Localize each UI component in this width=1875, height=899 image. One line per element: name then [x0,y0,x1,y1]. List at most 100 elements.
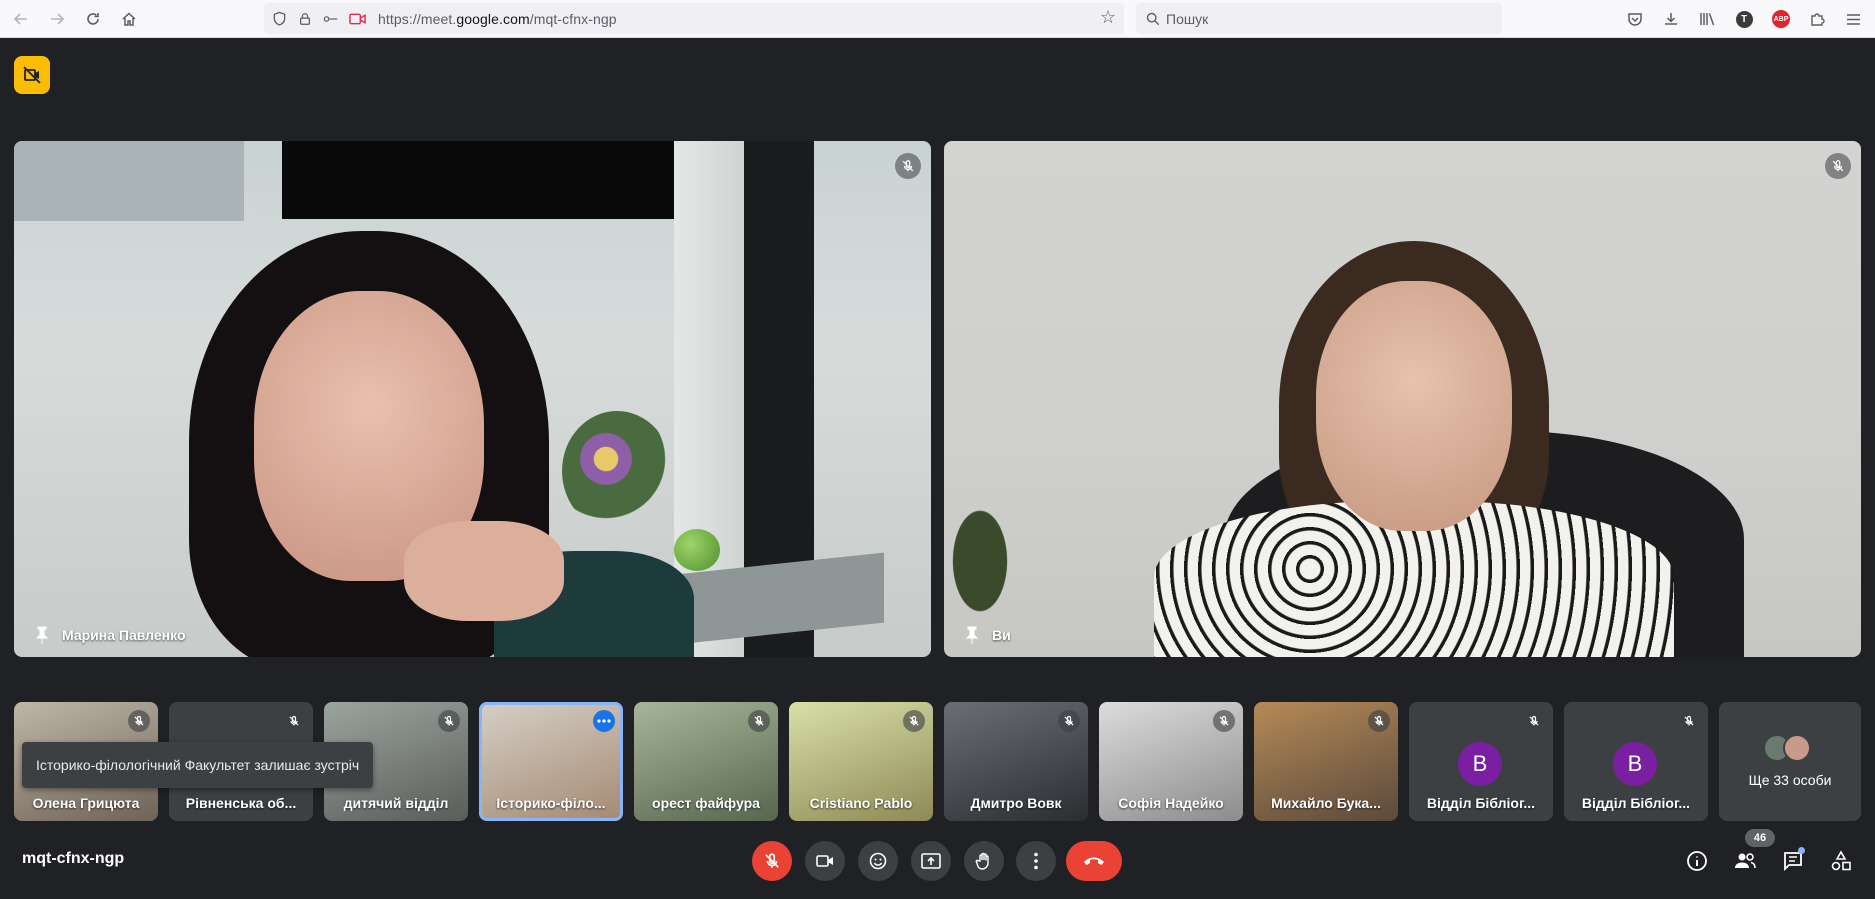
mic-off-icon [895,153,921,179]
participant-thumbnail[interactable]: В Відділ Бібліог... [1409,702,1553,821]
avatar: В [1458,742,1502,786]
adblock-icon: ABP [1772,10,1790,28]
bookmark-star-icon[interactable]: ☆ [1100,7,1116,28]
participant-thumbnail[interactable]: орест файфура [634,702,778,821]
video-camera-icon [816,855,833,867]
participant-name: Марина Павленко [62,627,186,643]
pin-icon[interactable] [962,625,982,645]
search-bar[interactable]: Пошук [1136,3,1502,34]
hand-icon [975,852,989,870]
mic-off-icon [1368,710,1390,732]
camera-sharing-icon[interactable] [346,8,368,30]
participant-thumbnail-active[interactable]: Історико-філо... [479,702,623,821]
mic-toggle-button[interactable] [752,841,792,881]
video-background [14,141,244,221]
self-video-tile[interactable]: Ви [944,141,1861,657]
meeting-details-button[interactable] [1682,846,1712,876]
more-options-icon[interactable] [593,710,615,732]
reactions-button[interactable] [858,841,898,881]
participant-thumbnail[interactable]: Михайло Бука... [1254,702,1398,821]
participant-name: орест файфура [652,795,760,811]
home-button[interactable] [116,7,142,31]
library-button[interactable] [1694,6,1720,32]
participant-name: дитячий відділ [343,795,449,811]
arrow-right-icon [51,13,65,25]
forward-button[interactable] [44,7,70,31]
permissions-icon[interactable] [320,8,342,30]
camera-off-badge[interactable] [14,56,50,94]
more-participants-label: Ще 33 особи [1748,772,1832,788]
mic-off-icon [1678,710,1700,732]
avatar [1783,734,1811,762]
mic-off-icon [1825,153,1851,179]
mic-off-icon [128,710,150,732]
leave-call-button[interactable] [1066,841,1122,881]
camera-off-icon [23,66,41,84]
participant-name: Рівненська об... [185,795,297,811]
video-background [944,461,1034,657]
mic-off-icon [438,710,460,732]
mic-off-icon [1058,710,1080,732]
menu-button[interactable] [1840,6,1866,32]
pocket-button[interactable] [1622,6,1648,32]
participant-video [404,521,564,621]
lock-icon[interactable] [294,8,316,30]
participant-name: Cristiano Pablo [809,795,913,811]
main-video-tile[interactable]: Марина Павленко [14,141,931,657]
back-button[interactable] [8,7,34,31]
puzzle-icon [1811,13,1825,26]
mic-off-icon [903,710,925,732]
more-participants-tile[interactable]: Ще 33 особи [1719,702,1861,821]
info-icon [1687,851,1707,871]
camera-toggle-button[interactable] [805,841,845,881]
participant-count-badge: 46 [1745,829,1775,847]
participant-thumbnail[interactable]: В Відділ Бібліог... [1564,702,1708,821]
extensions-button[interactable] [1804,6,1830,32]
present-screen-button[interactable] [911,841,951,881]
url-domain: google.com [456,10,530,27]
library-icon [1699,13,1714,26]
participant-name: Відділ Бібліог... [1581,795,1691,811]
hamburger-icon [1846,13,1860,25]
profile-button[interactable]: T [1731,6,1757,32]
more-vert-icon [1034,852,1038,870]
mic-off-icon [765,853,779,868]
notification-dot [1798,847,1805,854]
mic-off-icon [1523,710,1545,732]
emoji-icon [869,852,887,870]
mic-off-icon [1213,710,1235,732]
search-placeholder: Пошук [1166,10,1209,27]
participant-thumbnail[interactable]: Cristiano Pablo [789,702,933,821]
browser-toolbar: https://meet.google.com/mqt-cfnx-ngp ☆ П… [0,0,1875,38]
search-icon [1146,12,1160,25]
participant-name: Відділ Бібліог... [1426,795,1536,811]
url-path: /mqt-cfnx-ngp [529,10,617,27]
pin-icon[interactable] [32,625,52,645]
participant-name: Михайло Бука... [1271,795,1381,811]
activities-button[interactable] [1826,846,1856,876]
people-button[interactable] [1730,846,1760,876]
shapes-icon [1831,850,1851,871]
participant-name: Історико-філо... [496,795,606,811]
people-icon [1735,853,1756,869]
reload-button[interactable] [80,7,106,31]
chat-button[interactable] [1778,846,1808,876]
reload-icon [87,13,99,25]
pocket-icon [1628,12,1642,26]
more-options-button[interactable] [1016,841,1056,881]
raise-hand-button[interactable] [964,841,1004,881]
address-bar[interactable]: https://meet.google.com/mqt-cfnx-ngp ☆ [264,3,1124,34]
adblock-button[interactable]: ABP [1768,6,1794,32]
url-text[interactable]: https://meet.google.com/mqt-cfnx-ngp [378,11,617,27]
participant-name: Ви [992,627,1011,643]
video-background [674,529,720,571]
download-icon [1665,13,1677,25]
participant-thumbnail[interactable]: Дмитро Вовк [944,702,1088,821]
participant-name: Софія Надейко [1118,795,1224,811]
shield-icon[interactable] [268,8,290,30]
participant-name: Дмитро Вовк [970,795,1062,811]
downloads-button[interactable] [1658,6,1684,32]
participant-thumbnail[interactable]: Софія Надейко [1099,702,1243,821]
meeting-code: mqt-cfnx-ngp [22,850,125,867]
mic-off-icon [283,710,305,732]
